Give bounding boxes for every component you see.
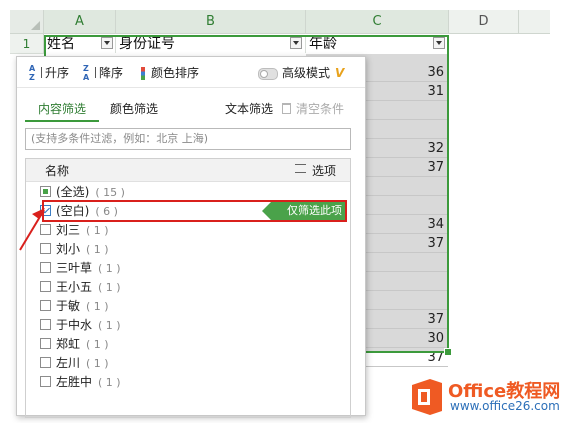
office-logo-icon (412, 379, 442, 415)
watermark: Office教程网 www.office26.com (406, 375, 566, 419)
annotation-arrow (19, 208, 45, 251)
watermark-url: www.office26.com (450, 399, 560, 413)
